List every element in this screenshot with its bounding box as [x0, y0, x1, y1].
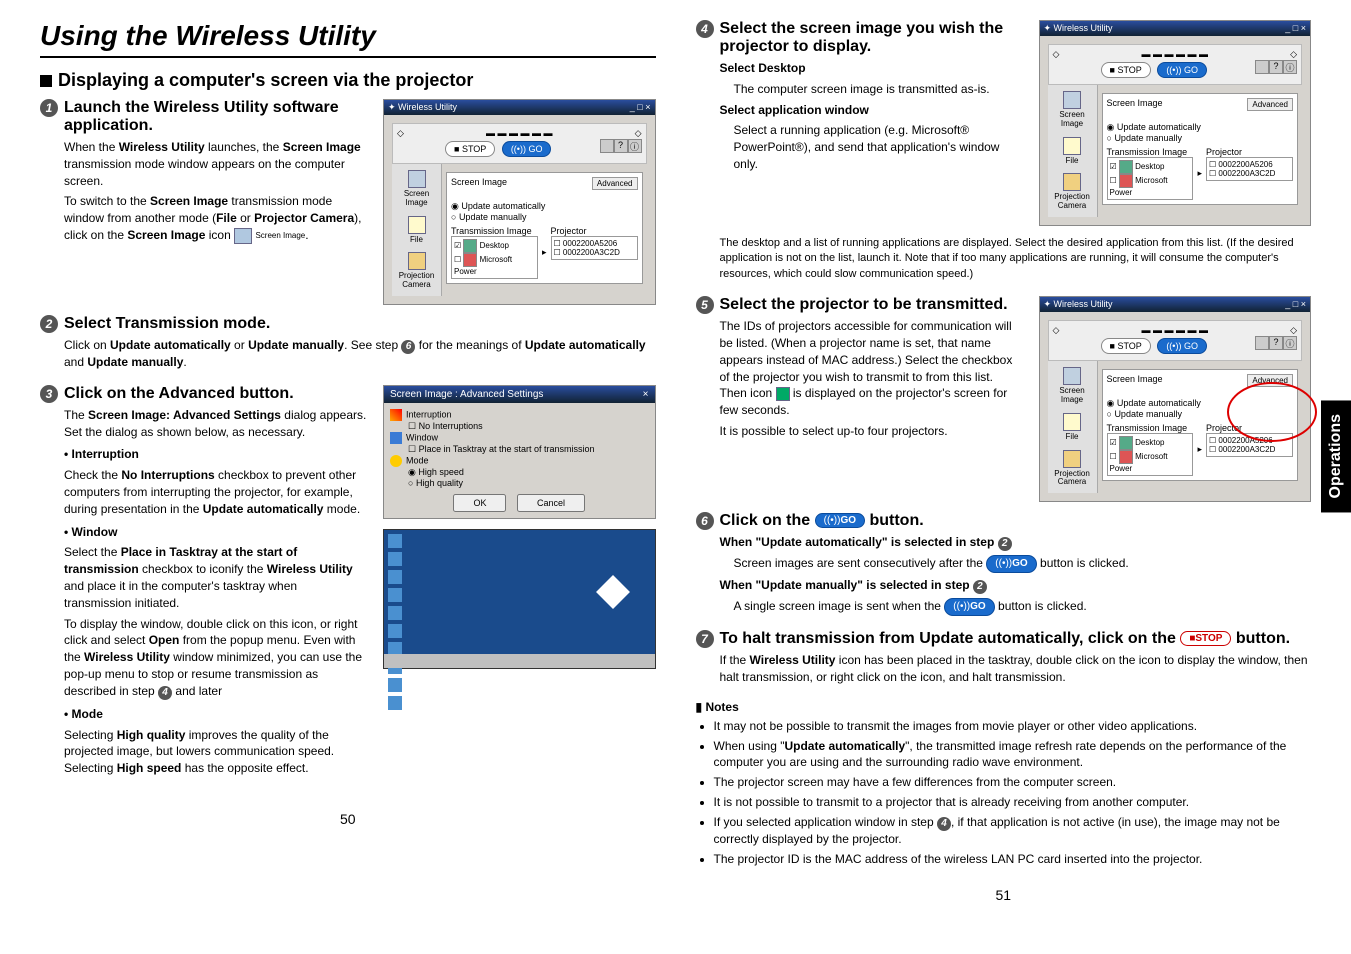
- update-auto-radio: Update automatically: [451, 201, 638, 212]
- step-3-title: Click on the Advanced button.: [64, 385, 367, 403]
- tasktray-checkbox: Place in Tasktray at the start of transm…: [408, 444, 649, 455]
- screen-image-icon: [234, 228, 252, 244]
- step-3-body: The Screen Image: Advanced Settings dial…: [64, 407, 367, 777]
- step-badge-1: 1: [40, 99, 58, 117]
- step-1-title: Launch the Wireless Utility software app…: [64, 99, 367, 135]
- step-5-title: Select the projector to be transmitted.: [720, 296, 1023, 314]
- step-7-body: If the Wireless Utility icon has been pl…: [720, 652, 1312, 686]
- section-heading: Displaying a computer's screen via the p…: [40, 70, 656, 91]
- tasktray-icon: [596, 575, 630, 609]
- step-badge-2: 2: [40, 315, 58, 333]
- projector-icon: [776, 387, 790, 401]
- camera-tab-icon: [408, 252, 426, 270]
- step-badge-7: 7: [696, 630, 714, 648]
- interruption-icon: [390, 409, 402, 421]
- step-1-body: When the Wireless Utility launches, the …: [64, 139, 367, 244]
- notes-heading: Notes: [696, 700, 1312, 714]
- step-6-title: Click on the GO button.: [720, 512, 1312, 530]
- step-5-body: The IDs of projectors accessible for com…: [720, 318, 1023, 440]
- go-pill-icon: GO: [815, 513, 865, 528]
- high-quality-radio: High quality: [408, 478, 649, 488]
- step-4-title: Select the screen image you wish the pro…: [720, 20, 1023, 56]
- step-4-note: The desktop and a list of running applic…: [720, 236, 1312, 282]
- step-6-body: When "Update automatically" is selected …: [720, 534, 1312, 616]
- step-badge-6: 6: [696, 512, 714, 530]
- page-title: Using the Wireless Utility: [40, 20, 656, 58]
- window-controls-icon: _ □ ×: [630, 102, 651, 113]
- wireless-utility-window-screenshot-3: ✦ Wireless Utility_ □ × ◇▬ ▬ ▬ ▬ ▬ ▬◇ ■ …: [1039, 296, 1312, 502]
- update-manual-radio: Update manually: [451, 212, 638, 222]
- notes-list: It may not be possible to transmit the i…: [714, 718, 1312, 868]
- close-icon: ×: [643, 389, 649, 400]
- high-speed-radio: High speed: [408, 467, 649, 478]
- window-icon: [390, 432, 402, 444]
- wireless-utility-window-screenshot-2: ✦ Wireless Utility_ □ × ◇▬ ▬ ▬ ▬ ▬ ▬◇ ■ …: [1039, 20, 1312, 226]
- stop-pill-icon: STOP: [1180, 631, 1231, 646]
- page-number-left: 50: [40, 811, 656, 827]
- go-button: ((•)) GO: [502, 141, 552, 157]
- step-4-body: Select Desktop The computer screen image…: [720, 60, 1023, 173]
- side-tab-operations: Operations: [1321, 400, 1351, 512]
- file-tab-icon: [408, 216, 426, 234]
- cancel-button: Cancel: [517, 494, 585, 512]
- page-number-right: 51: [696, 887, 1312, 903]
- step-2-title: Select Transmission mode.: [64, 315, 656, 333]
- wireless-utility-window-screenshot: ✦ Wireless Utility_ □ × ◇ ▬ ▬ ▬ ▬ ▬ ▬ ◇ …: [383, 99, 656, 305]
- mode-icon: [390, 455, 402, 467]
- screen-image-tab-icon: [408, 170, 426, 188]
- step-2-body: Click on Update automatically or Update …: [64, 337, 656, 371]
- advanced-button: Advanced: [592, 177, 638, 190]
- advanced-settings-dialog-screenshot: Screen Image : Advanced Settings× Interr…: [383, 385, 656, 519]
- ok-button: OK: [453, 494, 506, 512]
- no-interruptions-checkbox: No Interruptions: [408, 421, 649, 432]
- desktop-screenshot: [383, 529, 656, 669]
- step-badge-5: 5: [696, 296, 714, 314]
- stop-button: ■ STOP: [445, 141, 495, 157]
- step-badge-4: 4: [696, 20, 714, 38]
- step-badge-3: 3: [40, 385, 58, 403]
- step-7-title: To halt transmission from Update automat…: [720, 630, 1312, 648]
